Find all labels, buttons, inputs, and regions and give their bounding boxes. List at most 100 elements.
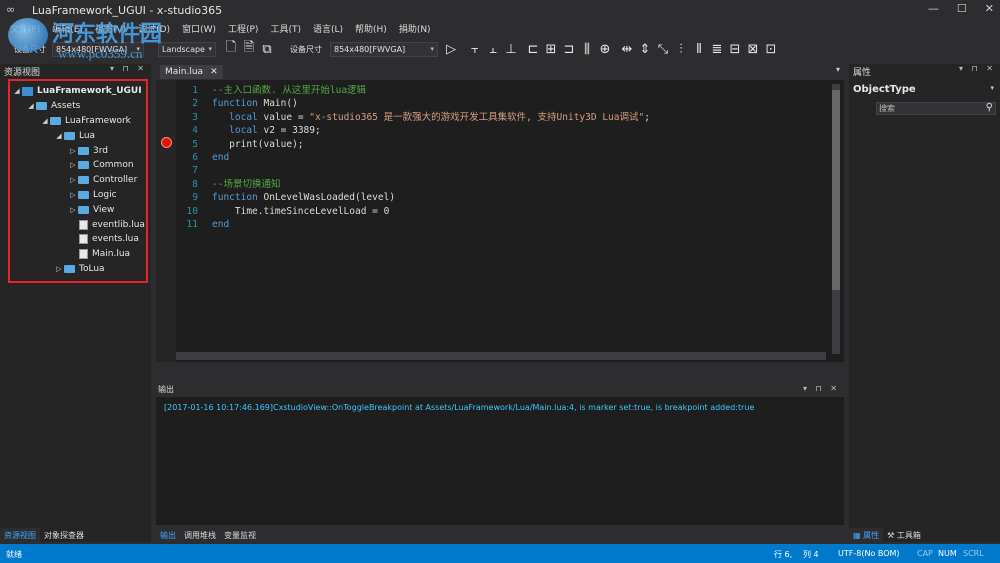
minimize-button[interactable]: —: [928, 2, 939, 15]
save-icon[interactable]: 🗎: [240, 38, 258, 60]
line-number: 3: [192, 111, 198, 123]
collapsed-arrow-icon[interactable]: ▷: [68, 191, 78, 199]
align-grid-icon[interactable]: ⊠: [744, 42, 762, 57]
align-center-icon[interactable]: ⊞: [542, 42, 560, 57]
new-file-icon[interactable]: 🗋: [222, 38, 240, 60]
line-number: 10: [186, 205, 198, 217]
resolution-select-left[interactable]: 854x480[FWVGA] ▾: [52, 41, 144, 57]
align-right-icon[interactable]: ⊐: [560, 42, 578, 57]
bars-icon[interactable]: ⫶: [672, 42, 690, 57]
fit-icon[interactable]: ⤡: [654, 42, 672, 57]
tab-resource-view[interactable]: 资源视图: [0, 528, 40, 542]
align-bottom-icon[interactable]: ⊥: [502, 42, 520, 57]
code-line[interactable]: 9 function OnLevelWasLoaded(level): [176, 191, 650, 204]
menu-project[interactable]: 工程(P): [222, 22, 264, 35]
tree-item[interactable]: ◢ Assets: [10, 99, 146, 114]
close-icon[interactable]: ✕: [210, 67, 218, 77]
object-type-select[interactable]: ObjectType ▾: [853, 84, 996, 95]
tree-item[interactable]: ▷ View: [10, 202, 146, 217]
code-line[interactable]: 1 --主入口函数. 从这里开始lua逻辑: [176, 84, 650, 97]
hspace-icon[interactable]: ⇹: [618, 42, 636, 57]
tree-item[interactable]: events.lua: [10, 232, 146, 247]
rows-icon[interactable]: ≣: [708, 42, 726, 57]
code-line[interactable]: 3 local value = "x-studio365 是一款强大的游戏开发工…: [176, 111, 650, 124]
panel-controls[interactable]: ▾ ⊓ ✕: [110, 64, 147, 73]
tree-item[interactable]: ◢ Lua: [10, 128, 146, 143]
property-search-input[interactable]: 搜索 ⚲: [876, 102, 996, 115]
breakpoint-gutter[interactable]: [156, 80, 176, 362]
distribute-icon[interactable]: ⫼: [578, 42, 596, 57]
tab-output[interactable]: 输出: [156, 528, 180, 542]
tab-properties[interactable]: ▦ 属性: [849, 528, 884, 542]
tab-watch[interactable]: 变量监视: [220, 528, 260, 542]
code-line[interactable]: 10 Time.timeSinceLevelLoad = 0: [176, 205, 650, 218]
play-icon[interactable]: ▷: [442, 42, 460, 57]
resolution-select[interactable]: 854x480[FWVGA] ▾: [330, 41, 438, 57]
vertical-scrollbar[interactable]: [832, 84, 840, 354]
code-editor[interactable]: 1 --主入口函数. 从这里开始lua逻辑 2 function Main() 3 lo…: [156, 80, 844, 362]
columns-icon[interactable]: ⦀: [690, 42, 708, 57]
breakpoint-icon[interactable]: [161, 137, 172, 148]
menu-window[interactable]: 窗口(W): [176, 22, 222, 35]
align-middle-icon[interactable]: ⫠: [484, 42, 502, 57]
chevron-down-icon[interactable]: ▾: [836, 65, 840, 74]
menu-help[interactable]: 帮助(H): [349, 22, 393, 35]
tree-item[interactable]: ◢ LuaFramework: [10, 114, 146, 129]
save-all-icon[interactable]: ⧉: [258, 42, 276, 57]
code-line[interactable]: 2 function Main(): [176, 97, 650, 110]
tree-item[interactable]: ▷ Common: [10, 158, 146, 173]
tree-item[interactable]: ▷ Controller: [10, 173, 146, 188]
menu-tools[interactable]: 工具(T): [264, 22, 307, 35]
expanded-arrow-icon[interactable]: ◢: [40, 117, 50, 125]
code-token: Time.timeSinceLevelLoad = 0: [212, 205, 390, 217]
layout-icon[interactable]: ⊡: [762, 42, 780, 57]
menu-edit[interactable]: 编辑(E): [46, 22, 89, 35]
tree-item[interactable]: ▷ 3rd: [10, 143, 146, 158]
tree-item[interactable]: ▷ ToLua: [10, 262, 146, 277]
tree-item[interactable]: ◢ LuaFramework_UGUI: [10, 84, 146, 99]
code-line[interactable]: 6 end: [176, 151, 650, 164]
center-icon[interactable]: ⊕: [596, 42, 614, 57]
tree-item[interactable]: ▷ Logic: [10, 188, 146, 203]
menu-view[interactable]: 视图(V): [89, 22, 132, 35]
menu-debug[interactable]: 调试(D): [132, 22, 176, 35]
panel-controls[interactable]: ▾ ⊓ ✕: [959, 64, 996, 73]
code-line[interactable]: 8 --场景切换通知: [176, 178, 650, 191]
left-panel-tabs: 资源视图 对象探查器: [0, 528, 151, 542]
tree-item[interactable]: eventlib.lua: [10, 217, 146, 232]
code-line[interactable]: 11 end: [176, 218, 650, 231]
search-icon[interactable]: ⚲: [986, 102, 993, 113]
collapsed-arrow-icon[interactable]: ▷: [68, 176, 78, 184]
align-left-icon[interactable]: ⊏: [524, 42, 542, 57]
code-line[interactable]: 7: [176, 164, 650, 177]
code-content[interactable]: 1 --主入口函数. 从这里开始lua逻辑 2 function Main() 3 lo…: [176, 84, 650, 231]
scrollbar-thumb[interactable]: [832, 90, 840, 290]
menu-donate[interactable]: 捐助(N): [393, 22, 437, 35]
code-line[interactable]: 4 local v2 = 3389;: [176, 124, 650, 137]
collapsed-arrow-icon[interactable]: ▷: [68, 147, 78, 155]
code-token: function: [212, 98, 258, 110]
expanded-arrow-icon[interactable]: ◢: [54, 132, 64, 140]
expanded-arrow-icon[interactable]: ◢: [26, 102, 36, 110]
menu-language[interactable]: 语言(L): [307, 22, 349, 35]
close-button[interactable]: ✕: [985, 2, 994, 15]
collapsed-arrow-icon[interactable]: ▷: [68, 161, 78, 169]
menu-file[interactable]: 文件(F): [4, 22, 46, 35]
code-line[interactable]: 5 print(value);: [176, 138, 650, 151]
line-number: 8: [192, 178, 198, 190]
collapsed-arrow-icon[interactable]: ▷: [54, 265, 64, 273]
tree-item[interactable]: Main.lua: [10, 247, 146, 262]
collapsed-arrow-icon[interactable]: ▷: [68, 206, 78, 214]
orientation-select[interactable]: Landscape ▾: [158, 41, 216, 57]
tab-call-stack[interactable]: 调用堆栈: [180, 528, 220, 542]
tab-main-lua[interactable]: Main.lua ✕: [160, 65, 223, 79]
grid-icon[interactable]: ⊟: [726, 42, 744, 57]
horizontal-scrollbar[interactable]: [176, 352, 826, 360]
align-top-icon[interactable]: ⫟: [466, 42, 484, 57]
tab-object-explorer[interactable]: 对象探查器: [40, 528, 88, 542]
vspace-icon[interactable]: ⇕: [636, 42, 654, 57]
expanded-arrow-icon[interactable]: ◢: [12, 87, 22, 95]
maximize-button[interactable]: ☐: [957, 2, 967, 15]
tab-toolbox[interactable]: ⚒ 工具箱: [883, 528, 925, 542]
panel-controls[interactable]: ▾ ⊓ ✕: [803, 384, 840, 393]
